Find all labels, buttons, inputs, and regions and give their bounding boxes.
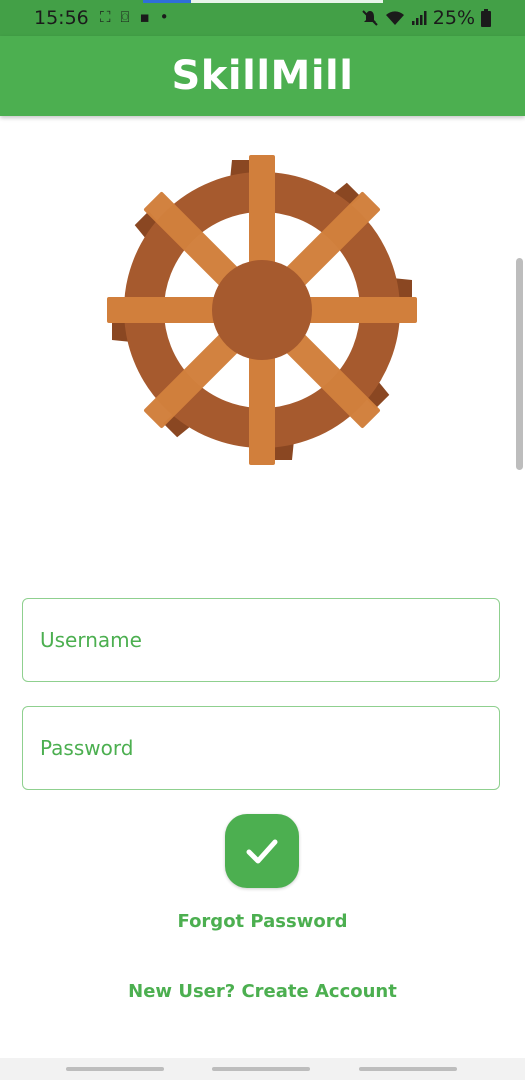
password-field[interactable] <box>22 706 500 790</box>
wifi-icon <box>385 11 404 25</box>
battery-icon <box>481 9 491 27</box>
signal-icon <box>411 11 427 25</box>
status-time: 15:56 <box>34 7 89 29</box>
app-title: SkillMill <box>171 53 354 99</box>
scrollbar[interactable] <box>516 258 523 470</box>
status-right-icons: 25% <box>361 7 491 29</box>
message-icon: ▪ <box>139 8 150 26</box>
submit-button[interactable] <box>225 814 299 888</box>
create-account-link[interactable]: New User? Create Account <box>0 981 525 1002</box>
password-input[interactable] <box>23 707 499 789</box>
dot-icon: • <box>159 8 169 26</box>
checkmark-icon <box>246 839 278 864</box>
battery-percent: 25% <box>432 7 475 29</box>
username-input[interactable] <box>23 599 499 681</box>
app-bar: SkillMill <box>0 36 525 116</box>
username-field[interactable] <box>22 598 500 682</box>
waterwheel-icon <box>107 155 417 465</box>
screen-record-icon: ⌼ <box>120 8 130 26</box>
forgot-password-link[interactable]: Forgot Password <box>0 911 525 932</box>
mute-icon <box>362 10 378 26</box>
navigation-bar <box>0 1058 525 1080</box>
nav-back-button[interactable] <box>359 1067 457 1071</box>
status-bar: 15:56 ⛶ ⌼ ▪ • 25% <box>0 0 525 36</box>
screenshot-icon: ⛶ <box>100 8 111 26</box>
nav-recents-button[interactable] <box>66 1067 164 1071</box>
status-left-icons: ⛶ ⌼ ▪ • <box>100 8 169 26</box>
nav-home-button[interactable] <box>212 1067 310 1071</box>
status-progress-line <box>143 0 383 3</box>
